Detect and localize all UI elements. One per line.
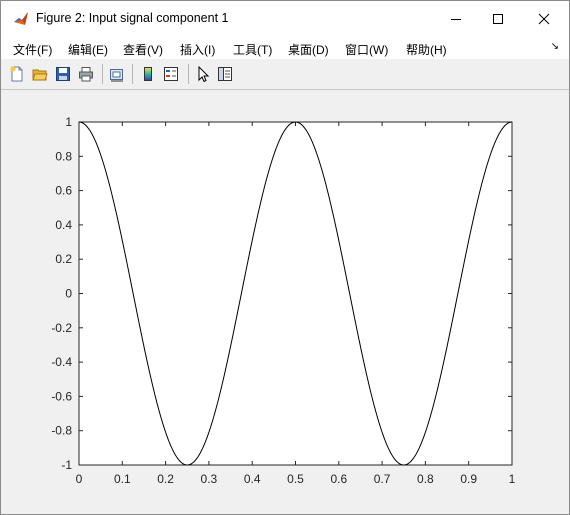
- x-tick-label: 0.5: [287, 472, 304, 486]
- y-tick-label: -0.6: [51, 389, 72, 403]
- y-tick-label: 0.4: [55, 218, 72, 232]
- figure-canvas[interactable]: 0 0.1 0.2 0.3 0.4 0.5 0.6 0.7 0.8 0.9 1 1 0.8 0.6 0.4…: [1, 90, 569, 514]
- y-tick-label: -1: [61, 458, 72, 472]
- figure-toolbar: [1, 59, 569, 90]
- open-file-icon: [32, 69, 48, 81]
- menu-view[interactable]: 查看(V): [123, 41, 163, 58]
- figure-window: Figure 2: Input signal component 1 文件(F)…: [0, 0, 570, 515]
- toolbar-separator: [102, 64, 103, 84]
- minimize-icon: [451, 19, 461, 20]
- menu-bar: 文件(F) 编辑(E) 查看(V) 插入(I) 工具(T) 桌面(D) 窗口(W…: [1, 37, 569, 59]
- x-tick-label: 0: [76, 472, 83, 486]
- toolbar-separator: [188, 64, 189, 84]
- y-tick-label: -0.2: [51, 321, 72, 335]
- y-tick-label: -0.4: [51, 355, 72, 369]
- menu-window[interactable]: 窗口(W): [345, 41, 388, 58]
- toolbar-separator: [132, 64, 133, 84]
- y-tick-label: 0.8: [55, 149, 72, 163]
- insert-colorbar-icon: [144, 67, 152, 81]
- property-inspector-button[interactable]: [215, 64, 235, 84]
- x-tick-label: 0.2: [157, 472, 174, 486]
- insert-legend-button[interactable]: [161, 64, 181, 84]
- menu-edit[interactable]: 编辑(E): [68, 41, 108, 58]
- y-tick-label: -0.8: [51, 424, 72, 438]
- close-icon: [538, 13, 550, 25]
- x-tick-label: 0.4: [244, 472, 261, 486]
- x-tick-label: 0.3: [201, 472, 218, 486]
- edit-plot-button[interactable]: [193, 64, 213, 84]
- new-figure-button[interactable]: [7, 64, 27, 84]
- x-tick-label: 0.9: [460, 472, 477, 486]
- x-tick-label: 0.8: [417, 472, 434, 486]
- x-tick-label: 0.7: [374, 472, 391, 486]
- title-bar[interactable]: Figure 2: Input signal component 1: [1, 1, 569, 37]
- x-tick-label: 1: [509, 472, 516, 486]
- matlab-logo-icon[interactable]: [13, 11, 29, 27]
- y-tick-label: 1: [65, 115, 72, 129]
- link-plot-button[interactable]: [107, 64, 127, 84]
- axes-box: [78, 121, 513, 466]
- y-tick-label: 0.6: [55, 184, 72, 198]
- minimize-button[interactable]: [433, 1, 479, 37]
- save-button[interactable]: [53, 64, 73, 84]
- maximize-button[interactable]: [475, 1, 521, 37]
- print-button[interactable]: [76, 64, 96, 84]
- x-tick-label: 0.1: [114, 472, 131, 486]
- save-icon: [56, 67, 70, 81]
- menu-help[interactable]: 帮助(H): [406, 41, 447, 58]
- menu-desktop[interactable]: 桌面(D): [288, 41, 329, 58]
- x-tick-label: 0.6: [330, 472, 347, 486]
- maximize-icon: [493, 14, 503, 24]
- insert-legend-icon: [164, 67, 178, 81]
- y-tick-label: 0.2: [55, 252, 72, 266]
- insert-colorbar-button[interactable]: [138, 64, 158, 84]
- open-file-button[interactable]: [30, 64, 50, 84]
- menu-overflow-icon[interactable]: ↘: [551, 41, 559, 52]
- window-title: Figure 2: Input signal component 1: [36, 11, 229, 25]
- property-inspector-icon: [218, 67, 232, 81]
- print-icon: [79, 67, 93, 82]
- line-plot[interactable]: 0 0.1 0.2 0.3 0.4 0.5 0.6 0.7 0.8 0.9 1 1 0.8 0.6 0.4…: [1, 90, 569, 514]
- menu-tools[interactable]: 工具(T): [233, 41, 272, 58]
- link-plot-icon: [110, 69, 123, 82]
- close-button[interactable]: [521, 1, 567, 37]
- y-tick-label: 0: [65, 287, 72, 301]
- edit-plot-pointer-icon: [198, 66, 210, 82]
- menu-file[interactable]: 文件(F): [13, 41, 52, 58]
- menu-insert[interactable]: 插入(I): [180, 41, 215, 58]
- new-figure-icon: [10, 66, 23, 82]
